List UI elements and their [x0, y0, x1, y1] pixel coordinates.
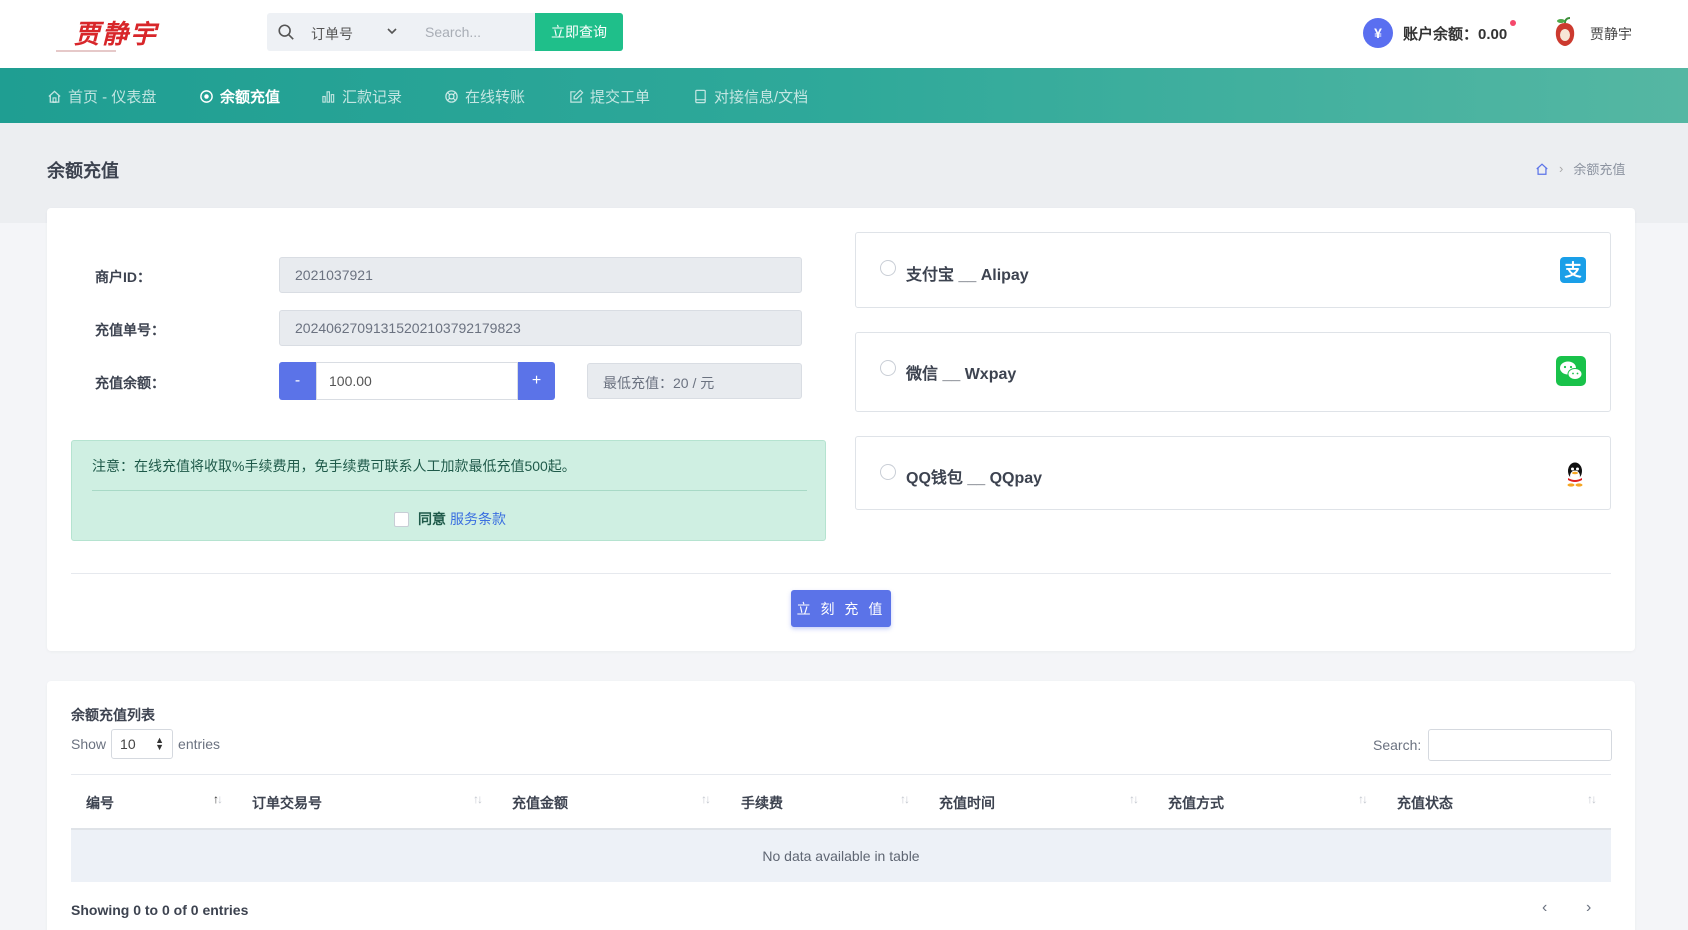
column-header-status[interactable]: 充值状态 — [1397, 793, 1453, 813]
table-top-border — [71, 774, 1611, 775]
entries-label: entries — [178, 736, 221, 752]
entries-select[interactable]: 10 ▲ ▼ — [111, 729, 174, 759]
alipay-radio[interactable] — [880, 260, 896, 276]
nav-item-transfer[interactable]: 在线转账 — [444, 86, 525, 106]
terms-link[interactable]: 服务条款 — [450, 509, 506, 529]
merchant-id-field: 2021037921 — [279, 257, 802, 293]
list-title: 余额充值列表 — [71, 707, 155, 723]
edit-icon — [570, 89, 584, 103]
notice-box: 注意：在线充值将收取%手续费用，免手续费可联系人工加款最低充值500起。 同意 … — [71, 440, 826, 541]
column-header-order-no[interactable]: 订单交易号 — [252, 793, 322, 813]
notice-text: 注意：在线充值将收取%手续费用，免手续费可联系人工加款最低充值500起。 — [92, 458, 576, 474]
avatar[interactable] — [1553, 17, 1577, 47]
sort-icon[interactable]: ↑↓ — [213, 792, 223, 806]
yen-icon[interactable]: ¥ — [1363, 18, 1393, 48]
agree-row: 同意 服务条款 — [394, 509, 506, 529]
logo-underline — [56, 50, 116, 52]
notice-divider — [92, 490, 807, 491]
form-divider — [71, 573, 1611, 574]
submit-recharge-button[interactable]: 立 刻 充 值 — [791, 590, 891, 627]
sort-icon[interactable]: ↑↓ — [473, 792, 483, 806]
entries-select-value: 10 — [120, 736, 136, 752]
next-page-button[interactable]: › — [1586, 899, 1591, 917]
breadcrumb-current: 余额充值 — [1573, 162, 1626, 177]
sort-icon[interactable]: ↑↓ — [1129, 792, 1139, 806]
nav-label: 对接信息/文档 — [714, 88, 809, 106]
payment-option-wxpay[interactable]: 微信 __ Wxpay — [855, 332, 1611, 412]
prev-page-button[interactable]: ‹ — [1542, 899, 1547, 917]
search-input[interactable] — [425, 17, 535, 47]
table-empty-row: No data available in table — [71, 830, 1611, 882]
table-info: Showing 0 to 0 of 0 entries — [71, 902, 249, 918]
main-nav: 首页 - 仪表盘 余额充值 汇款记录 在线转账 提交工单 对接信息/文档 — [0, 68, 1688, 123]
sort-icon[interactable]: ↑↓ — [1587, 792, 1597, 806]
search-type-select[interactable]: 订单号 — [311, 24, 353, 44]
payment-label: QQ钱包 __ QQpay — [906, 470, 1043, 487]
bar-chart-icon — [322, 90, 335, 103]
table-search-label: Search: — [1373, 737, 1422, 753]
column-header-amount[interactable]: 充值金额 — [512, 793, 568, 813]
sort-icon[interactable]: ↑↓ — [1358, 792, 1368, 806]
logo[interactable]: 贾静宇 — [74, 14, 158, 51]
select-arrows-icon: ▲ ▼ — [155, 735, 165, 752]
payment-label: 支付宝 __ Alipay — [906, 267, 1029, 284]
notification-dot — [1510, 20, 1516, 26]
increment-button[interactable]: + — [518, 362, 555, 400]
sort-icon[interactable]: ↑↓ — [701, 792, 711, 806]
book-icon — [695, 89, 706, 103]
entries-length: Show 10 ▲ ▼ entries — [71, 729, 220, 759]
table-search-input[interactable] — [1428, 729, 1613, 761]
nav-item-docs[interactable]: 对接信息/文档 — [693, 86, 808, 106]
order-number-label: 充值单号： — [95, 322, 165, 338]
top-bar: 贾静宇 订单号 立即查询 ¥ 账户余额：0.00 贾静宇 — [0, 0, 1688, 68]
page-title: 余额充值 — [47, 161, 119, 181]
search-bar: 订单号 立即查询 — [267, 13, 623, 51]
column-header-fee[interactable]: 手续费 — [741, 793, 783, 813]
nav-label: 余额充值 — [220, 88, 281, 106]
user-name[interactable]: 贾静宇 — [1590, 24, 1632, 44]
decrement-button[interactable]: - — [279, 362, 316, 400]
alipay-icon: 支 — [1560, 257, 1586, 283]
nav-label: 提交工单 — [590, 88, 651, 106]
column-header-id[interactable]: 编号 — [86, 793, 114, 813]
amount-input[interactable] — [316, 362, 518, 400]
merchant-id-label: 商户ID： — [95, 269, 151, 285]
sort-icon[interactable]: ↑↓ — [900, 792, 910, 806]
search-button[interactable]: 立即查询 — [535, 13, 623, 51]
agree-text: 同意 — [418, 511, 446, 527]
chevron-down-icon[interactable] — [385, 24, 399, 38]
nav-label: 首页 - 仪表盘 — [68, 88, 157, 106]
nav-item-ticket[interactable]: 提交工单 — [569, 86, 650, 106]
nav-item-recharge[interactable]: 余额充值 — [199, 86, 280, 106]
show-label: Show — [71, 736, 107, 752]
amount-label: 充值余额： — [95, 375, 165, 391]
account-balance[interactable]: 账户余额：0.00 — [1403, 23, 1507, 44]
column-header-time[interactable]: 充值时间 — [939, 793, 995, 813]
payment-option-alipay[interactable]: 支付宝 __ Alipay 支 — [855, 232, 1611, 308]
nav-item-dashboard[interactable]: 首页 - 仪表盘 — [47, 86, 156, 106]
payment-label: 微信 __ Wxpay — [906, 366, 1017, 383]
nav-label: 汇款记录 — [342, 88, 403, 106]
home-icon[interactable] — [1535, 162, 1549, 176]
payment-option-qqpay[interactable]: QQ钱包 __ QQpay — [855, 436, 1611, 510]
agree-checkbox[interactable] — [394, 511, 409, 527]
qq-penguin-icon — [1567, 462, 1583, 487]
svg-text:支: 支 — [1565, 260, 1583, 281]
breadcrumb: › 余额充值 — [1535, 159, 1625, 178]
column-header-method[interactable]: 充值方式 — [1168, 793, 1224, 813]
lifebuoy-icon — [445, 89, 458, 103]
nav-item-remittance[interactable]: 汇款记录 — [321, 86, 402, 106]
target-icon — [200, 89, 213, 103]
home-icon — [48, 89, 61, 103]
search-icon — [278, 24, 294, 40]
order-number-field: 20240627091315202103792179823 — [279, 310, 802, 346]
wxpay-radio[interactable] — [880, 360, 896, 376]
table-search: Search: — [1373, 729, 1613, 761]
qqpay-radio[interactable] — [880, 464, 896, 480]
breadcrumb-separator: › — [1559, 161, 1564, 176]
nav-label: 在线转账 — [465, 88, 526, 106]
min-recharge-field: 最低充值：20 / 元 — [587, 363, 802, 399]
wechat-icon — [1556, 356, 1586, 386]
